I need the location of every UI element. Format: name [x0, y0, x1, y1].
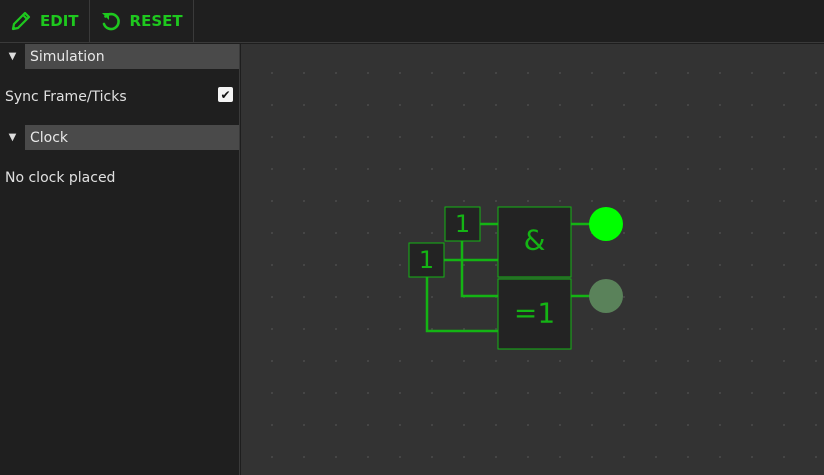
circuit-diagram: 1 1 & =1: [408, 206, 623, 350]
output-led-and[interactable]: [589, 207, 623, 241]
xor-gate[interactable]: =1: [497, 278, 572, 350]
circuit-canvas[interactable]: 1 1 & =1: [241, 44, 824, 475]
sync-frame-ticks-row: Sync Frame/Ticks ✔: [0, 69, 239, 125]
simulation-section-title: Simulation: [25, 44, 239, 69]
edit-button[interactable]: EDIT: [0, 0, 90, 42]
and-gate[interactable]: &: [497, 206, 572, 278]
collapse-arrow-icon: ▼: [8, 132, 17, 143]
sync-frame-ticks-checkbox[interactable]: ✔: [218, 87, 233, 102]
wire-top-input-to-xor: [460, 241, 498, 298]
collapse-arrow-icon: ▼: [8, 51, 17, 62]
toolbar: EDIT RESET: [0, 0, 824, 43]
sidebar: ▼ Simulation Sync Frame/Ticks ✔ ▼ Clock …: [0, 44, 240, 475]
clock-empty-row: No clock placed: [0, 150, 239, 206]
output-led-xor[interactable]: [589, 279, 623, 313]
pencil-icon: [11, 11, 31, 31]
clock-section-title: Clock: [25, 125, 239, 150]
input-switch-left-label: 1: [419, 246, 434, 274]
input-switch-top[interactable]: 1: [444, 206, 481, 242]
reset-icon: [101, 12, 120, 31]
reset-label: RESET: [129, 12, 183, 30]
sync-frame-ticks-label: Sync Frame/Ticks: [5, 89, 127, 105]
no-clock-text: No clock placed: [5, 170, 116, 186]
simulation-section-header[interactable]: ▼ Simulation: [0, 44, 239, 69]
edit-label: EDIT: [40, 12, 79, 30]
and-gate-label: &: [524, 224, 546, 257]
xor-gate-label: =1: [514, 297, 555, 330]
reset-button[interactable]: RESET: [90, 0, 194, 42]
input-switch-left[interactable]: 1: [408, 242, 445, 278]
clock-section-header[interactable]: ▼ Clock: [0, 125, 239, 150]
input-switch-top-label: 1: [455, 210, 470, 238]
